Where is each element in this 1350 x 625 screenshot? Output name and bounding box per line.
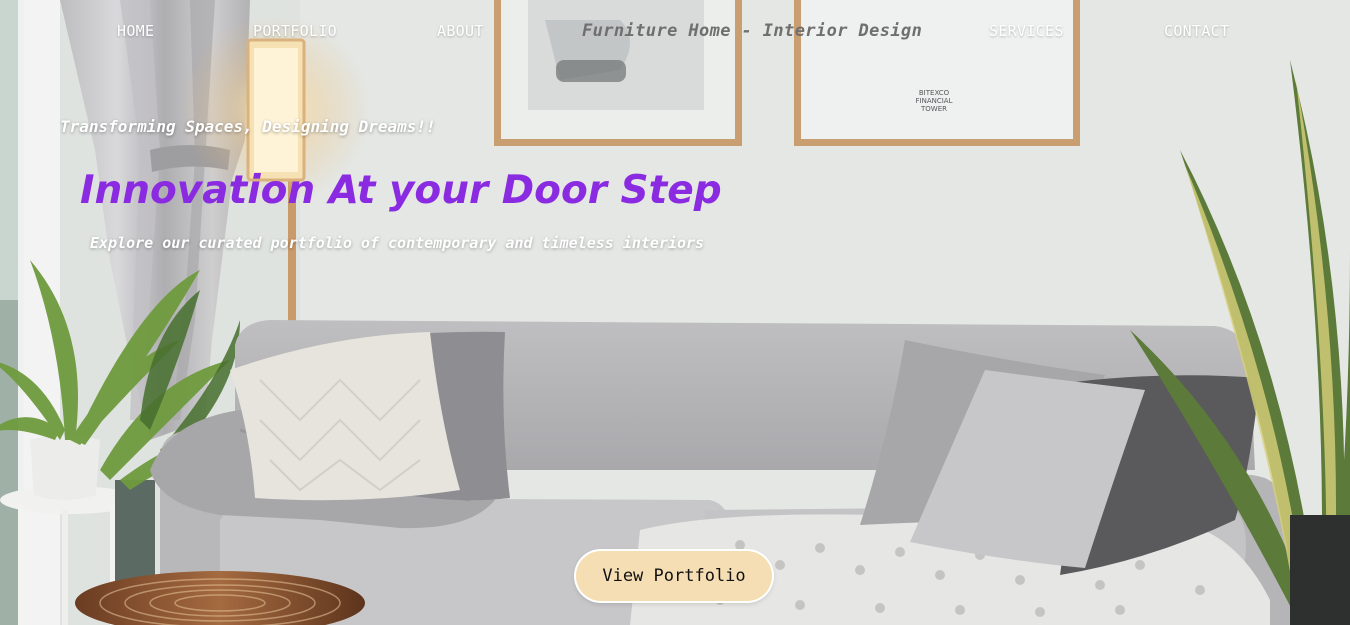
brand-title[interactable]: Furniture Home - Interior Design bbox=[582, 21, 922, 41]
hero-subheading: Explore our curated portfolio of contemp… bbox=[90, 234, 705, 252]
poster-caption-line: FINANCIAL bbox=[916, 97, 953, 105]
poster-caption-line: TOWER bbox=[920, 105, 947, 113]
hero-background-image: BITEXCO FINANCIAL TOWER bbox=[0, 0, 1350, 625]
nav-link-home[interactable]: HOME bbox=[117, 22, 154, 40]
nav-link-contact[interactable]: CONTACT bbox=[1164, 22, 1229, 40]
top-navigation: HOME PORTFOLIO ABOUT Furniture Home - In… bbox=[0, 0, 1350, 66]
hero-headline: Innovation At your Door Step bbox=[80, 168, 722, 213]
hero-tagline: Transforming Spaces, Designing Dreams!! bbox=[60, 117, 436, 136]
nav-link-about[interactable]: ABOUT bbox=[437, 22, 484, 40]
poster-caption-line: BITEXCO bbox=[919, 89, 950, 97]
nav-link-services[interactable]: SERVICES bbox=[989, 22, 1064, 40]
view-portfolio-button[interactable]: View Portfolio bbox=[576, 551, 772, 601]
nav-link-portfolio[interactable]: PORTFOLIO bbox=[253, 22, 337, 40]
